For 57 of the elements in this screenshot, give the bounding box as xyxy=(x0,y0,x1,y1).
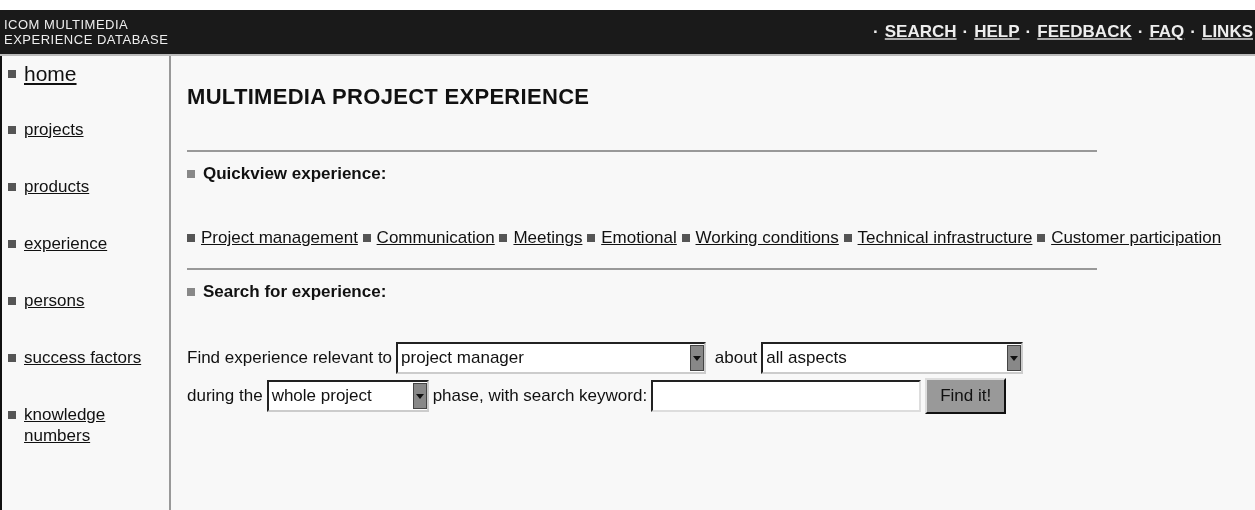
dropdown[interactable]: whole project xyxy=(266,380,429,412)
find-button[interactable]: Find it! xyxy=(925,378,1007,414)
bullet-icon xyxy=(362,234,371,242)
sidebar-link[interactable]: experience xyxy=(24,233,108,254)
keyword-field[interactable] xyxy=(651,380,922,412)
bullet-icon xyxy=(8,240,16,248)
bullet-icon xyxy=(8,297,16,305)
topic-link[interactable]: Working conditions xyxy=(695,228,839,247)
separator: · xyxy=(1025,22,1032,42)
topic-link[interactable]: Meetings xyxy=(513,228,583,247)
form-label: Find experience relevant to xyxy=(187,348,393,368)
nav-link[interactable]: FAQ xyxy=(1149,22,1185,42)
bullet-icon xyxy=(843,234,852,242)
sidebar-link[interactable]: knowledge numbers xyxy=(24,404,169,446)
nav-link[interactable]: FEEDBACK xyxy=(1037,22,1132,42)
sidebar-link[interactable]: success factors xyxy=(24,347,142,368)
topic-link[interactable]: Emotional xyxy=(601,228,677,247)
sidebar-link[interactable]: persons xyxy=(24,290,85,311)
topic-link[interactable]: Project management xyxy=(201,228,358,247)
bullet-icon xyxy=(587,234,596,242)
form-label: during the xyxy=(187,386,263,406)
bullet-icon xyxy=(187,170,195,178)
separator: · xyxy=(962,22,969,42)
separator: · xyxy=(873,22,879,42)
bullet-icon xyxy=(8,70,16,78)
bullet-icon xyxy=(1037,234,1046,242)
topic-link[interactable]: Technical infrastructure xyxy=(857,228,1033,247)
bullet-icon xyxy=(8,126,16,134)
bullet-icon xyxy=(8,183,16,191)
nav-link[interactable]: HELP xyxy=(974,22,1020,42)
site-title: EXPERIENCE DATABASE xyxy=(4,32,169,47)
dropdown[interactable]: project manager xyxy=(396,342,707,374)
separator: · xyxy=(1137,22,1144,42)
nav-link[interactable]: SEARCH xyxy=(884,22,957,42)
topic-link[interactable]: Communication xyxy=(376,228,495,247)
caret-icon xyxy=(690,345,705,371)
bullet-icon xyxy=(8,411,16,419)
sidebar-link[interactable]: products xyxy=(24,176,90,197)
site-title: ICOM MULTIMEDIA xyxy=(4,17,130,32)
sidebar-link[interactable]: home xyxy=(24,62,77,86)
dropdown[interactable]: all aspects xyxy=(761,342,1024,374)
form-label: phase, with search keyword: xyxy=(432,386,648,406)
bullet-icon xyxy=(187,288,195,296)
topic-link[interactable]: Customer participation xyxy=(1051,228,1222,247)
caret-icon xyxy=(412,383,427,409)
sidebar-link[interactable]: projects xyxy=(24,119,84,140)
page-title: MULTIMEDIA PROJECT EXPERIENCE xyxy=(187,84,591,110)
bullet-icon xyxy=(499,234,508,242)
section-heading: Quickview experience: xyxy=(203,164,387,184)
bullet-icon xyxy=(8,354,16,362)
section-heading: Search for experience: xyxy=(203,282,387,302)
caret-icon xyxy=(1007,345,1022,371)
form-label: about xyxy=(713,348,758,368)
bullet-icon xyxy=(187,234,195,242)
separator: · xyxy=(1190,22,1196,42)
nav-link[interactable]: LINKS xyxy=(1202,22,1253,42)
bullet-icon xyxy=(681,234,690,242)
